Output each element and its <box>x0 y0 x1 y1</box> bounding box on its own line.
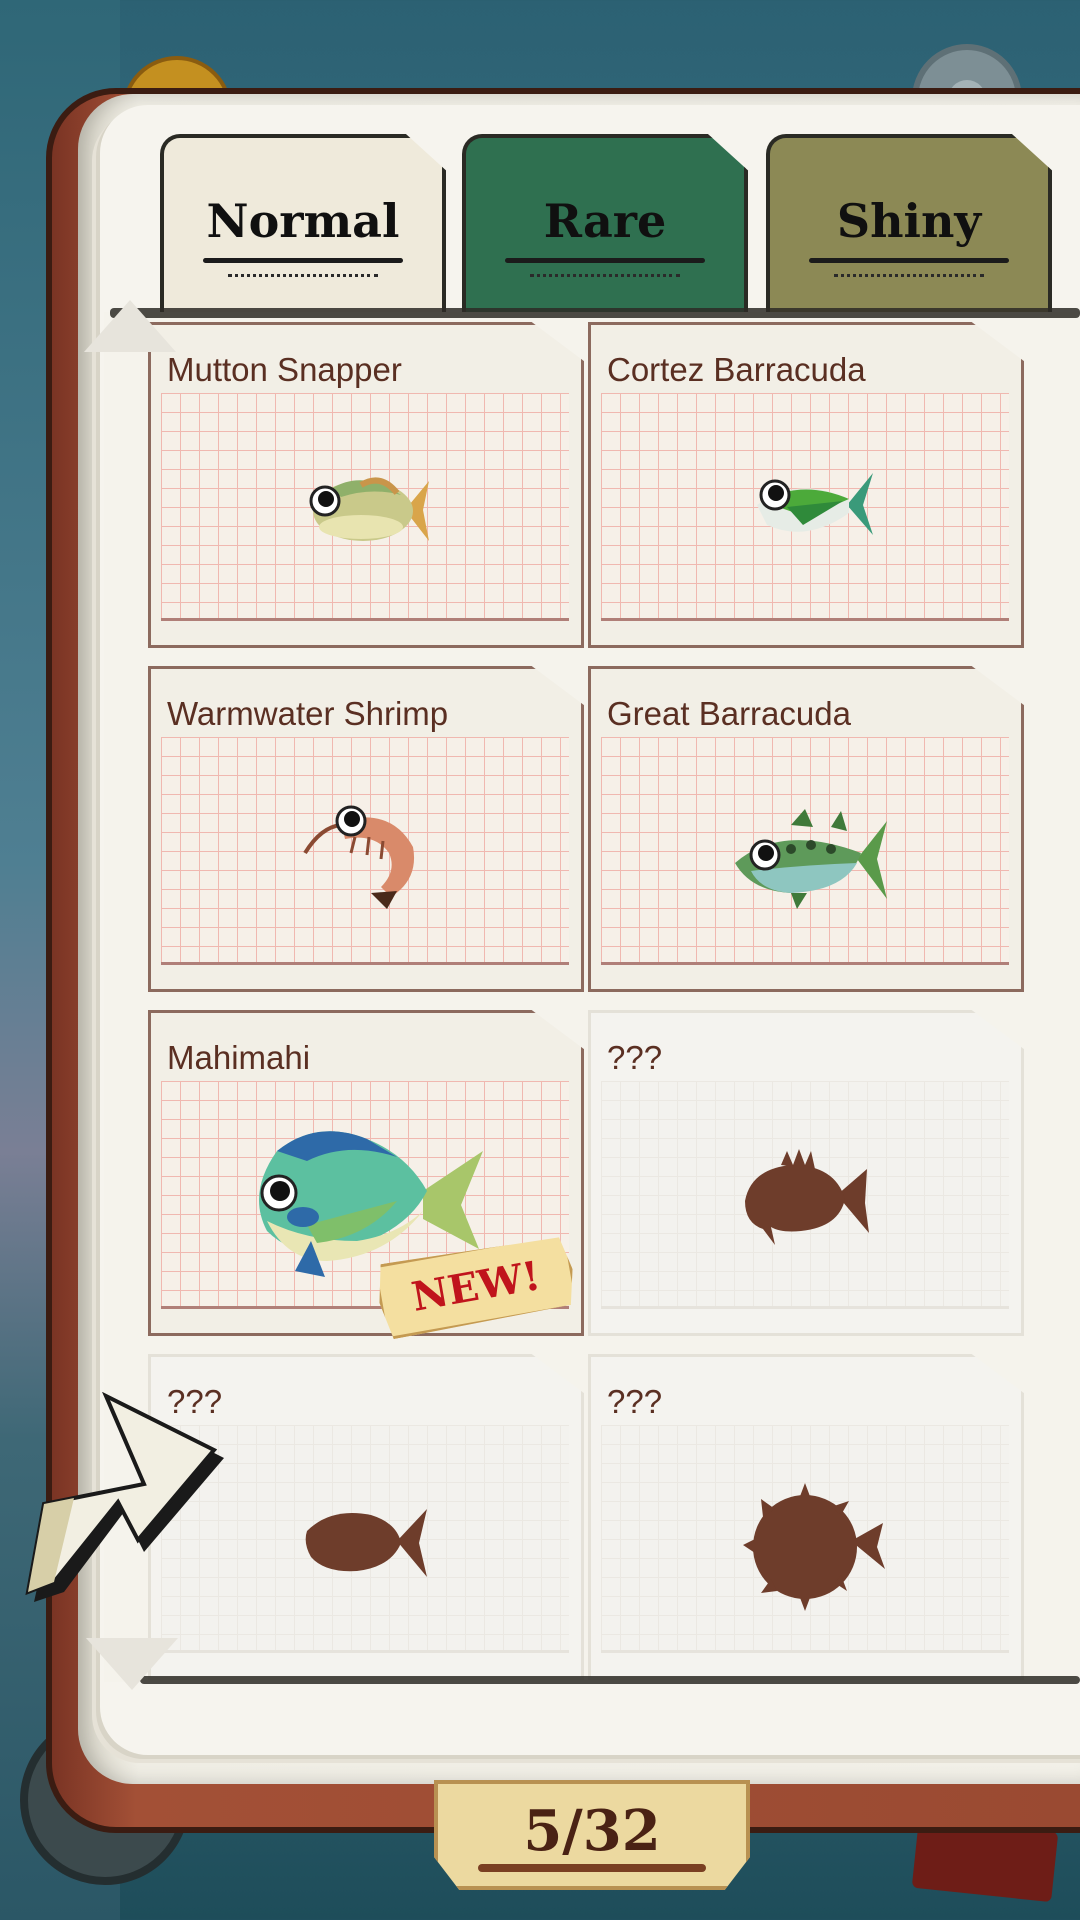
catalog-card-locked[interactable]: ??? <box>588 1354 1024 1680</box>
tab-scribble <box>834 269 984 277</box>
new-badge-label: NEW! <box>408 1251 544 1321</box>
page-counter-label: 5/32 <box>523 1798 661 1864</box>
tab-normal-label: Normal <box>206 194 400 248</box>
tab-normal[interactable]: Normal <box>160 134 446 316</box>
tab-rare[interactable]: Rare <box>462 134 748 316</box>
scroll-down-arrow-icon[interactable] <box>86 1638 178 1690</box>
catalog-card-cortez-barracuda[interactable]: Cortez Barracuda <box>588 322 1024 648</box>
catalog-card-great-barracuda[interactable]: Great Barracuda <box>588 666 1024 992</box>
tab-shiny-label: Shiny <box>836 194 982 248</box>
tab-underline <box>505 258 705 263</box>
tab-rare-label: Rare <box>543 194 667 248</box>
catalog-bottom-edge <box>140 1676 1080 1684</box>
page-counter: 5/32 <box>434 1780 750 1890</box>
rockfish-silhouette-icon <box>745 1149 869 1245</box>
page-counter-bar <box>478 1864 706 1872</box>
mutton-snapper-icon <box>309 477 429 541</box>
scroll-up-arrow-icon[interactable] <box>84 300 176 352</box>
fish-silhouette-icon <box>305 1509 427 1577</box>
catalog-card-name: Mahimahi <box>167 1039 311 1076</box>
catalog-card-mutton-snapper[interactable]: Mutton Snapper <box>148 322 584 648</box>
great-barracuda-icon <box>735 809 887 909</box>
warmwater-shrimp-icon <box>303 805 415 909</box>
catalog-card-locked[interactable]: ??? <box>588 1010 1024 1336</box>
catalog-card-name: Warmwater Shrimp <box>167 695 449 732</box>
catalog-card-name: ??? <box>607 1383 663 1420</box>
catalog-card-name: Great Barracuda <box>607 695 851 732</box>
catalog-card-warmwater-shrimp[interactable]: Warmwater Shrimp <box>148 666 584 992</box>
tab-shiny[interactable]: Shiny <box>766 134 1052 316</box>
catalog-card-name: ??? <box>607 1039 663 1076</box>
cortez-barracuda-icon <box>757 473 873 535</box>
tab-scribble <box>530 269 680 277</box>
tab-scribble <box>228 269 378 277</box>
tutorial-pointer-arrow-icon <box>25 1392 224 1602</box>
catalog-card-name: Cortez Barracuda <box>607 351 866 388</box>
catalog-card-name: Mutton Snapper <box>167 351 402 388</box>
pufferfish-silhouette-icon <box>743 1483 885 1611</box>
catalog-top-edge <box>110 308 1080 318</box>
tab-underline <box>203 258 403 263</box>
tab-underline <box>809 258 1009 263</box>
